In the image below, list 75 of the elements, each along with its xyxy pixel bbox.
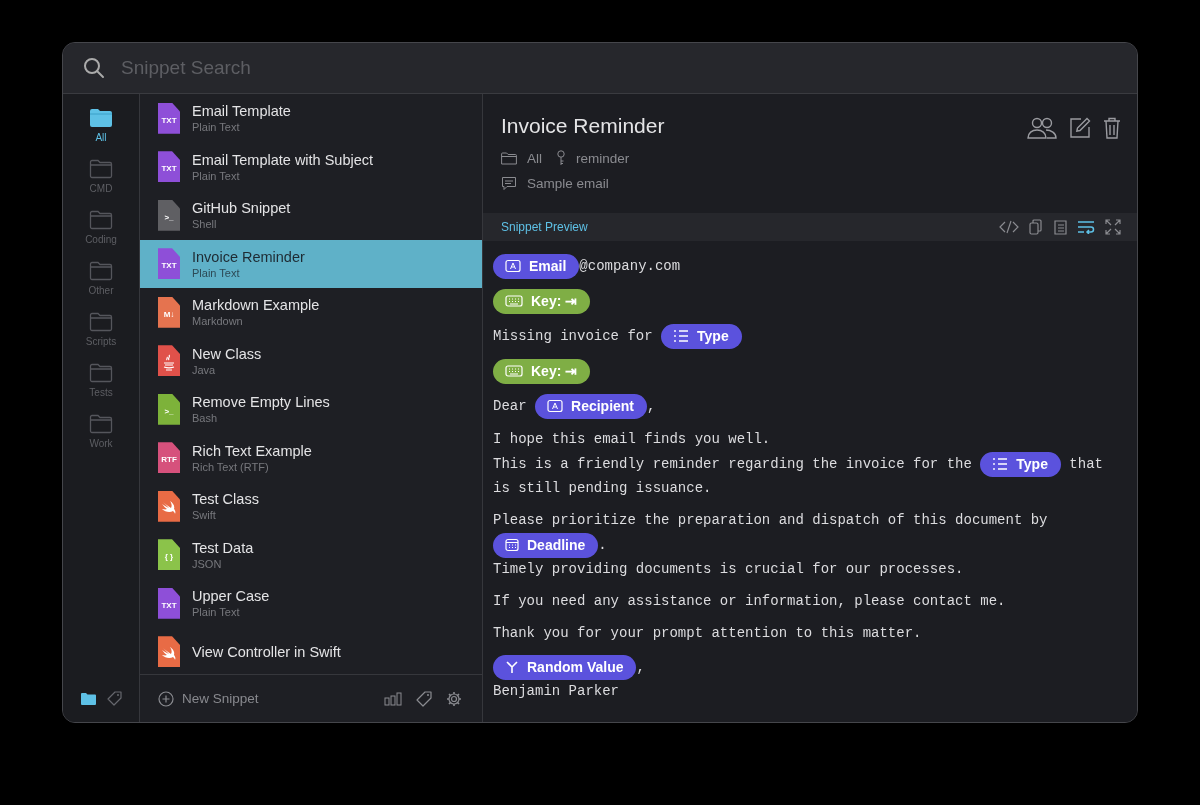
snippet-title: Invoice Reminder xyxy=(501,114,665,138)
snippet-text: I hope this email finds you well. xyxy=(493,431,771,447)
folder-icon xyxy=(501,151,517,165)
snippet-item[interactable]: >_ Remove Empty Lines Bash xyxy=(140,385,482,434)
tag-icon[interactable] xyxy=(416,690,432,707)
list-icon xyxy=(673,329,690,344)
snippet-item[interactable]: TXT Invoice Reminder Plain Text xyxy=(140,239,482,288)
trash-icon[interactable] xyxy=(1103,117,1121,139)
text-field-icon xyxy=(505,259,521,274)
snippet-text: If you need any assistance or information, please contact me. xyxy=(493,593,1006,609)
description-text: Sample email xyxy=(527,176,609,191)
file-icon: RTF xyxy=(158,442,180,474)
snippet-text: is still pending issuance. xyxy=(493,480,712,496)
placeholder-tag[interactable]: Random Value xyxy=(493,654,637,680)
snippet-item[interactable]: RTF Rich Text Example Rich Text (RTF) xyxy=(140,433,482,482)
placeholder-tag[interactable]: Type xyxy=(980,451,1061,477)
snippet-text: Dear xyxy=(493,398,528,414)
folder-item[interactable]: All xyxy=(89,108,113,143)
placeholder-tag[interactable]: Type xyxy=(661,323,742,349)
chart-icon[interactable] xyxy=(384,691,402,706)
snippet-text: , xyxy=(647,398,656,414)
snippet-text: Missing invoice for xyxy=(493,328,654,344)
snippet-item[interactable]: { } Test Data JSON xyxy=(140,530,482,579)
file-icon: TXT xyxy=(158,587,180,619)
file-icon: M↓ xyxy=(158,296,180,328)
snippet-text: Thank you for your prompt attention to this matter. xyxy=(493,625,922,641)
new-snippet-button[interactable]: New Snippet xyxy=(158,690,259,707)
folder-label: All xyxy=(527,150,542,166)
snippet-text: Please prioritize the preparation and dispatch of this document by xyxy=(493,512,1048,528)
file-icon: >_ xyxy=(158,393,180,425)
search-icon xyxy=(83,57,105,79)
snippet-item[interactable]: TXT Email Template Plain Text xyxy=(140,94,482,143)
keyboard-icon xyxy=(505,365,523,378)
snippet-text: . xyxy=(598,537,607,553)
plus-icon xyxy=(158,690,174,707)
edit-icon[interactable] xyxy=(1069,117,1091,139)
fork-icon xyxy=(505,660,519,675)
code-icon[interactable] xyxy=(999,220,1019,234)
text-field-icon xyxy=(547,399,563,414)
key-icon xyxy=(556,150,566,166)
snippet-item[interactable]: New Class Java xyxy=(140,336,482,385)
snippet-text: Benjamin Parker xyxy=(493,683,620,699)
placeholder-tag[interactable]: Recipient xyxy=(535,393,648,419)
placeholder-tag[interactable]: Email xyxy=(493,253,580,279)
snippet-text: , xyxy=(636,659,645,675)
keyword-label: reminder xyxy=(576,150,630,166)
file-icon: >_ xyxy=(158,199,180,231)
comment-icon xyxy=(501,176,517,191)
snippet-item[interactable]: M↓ Markdown Example Markdown xyxy=(140,288,482,337)
snippet-text: Timely providing documents is crucial for our processes. xyxy=(493,561,964,577)
people-icon[interactable] xyxy=(1027,117,1057,139)
file-icon: TXT xyxy=(158,151,180,183)
file-icon: TXT xyxy=(158,248,180,280)
snippet-text: that xyxy=(1068,456,1103,472)
placeholder-tag[interactable]: Deadline xyxy=(493,532,599,558)
snippet-item[interactable]: View Controller in Swift xyxy=(140,627,482,674)
snippet-text: @company.com xyxy=(579,258,681,274)
snippet-item[interactable]: >_ GitHub Snippet Shell xyxy=(140,191,482,240)
preview-label: Snippet Preview xyxy=(501,220,588,234)
snippet-item[interactable]: TXT Upper Case Plain Text xyxy=(140,579,482,628)
expand-icon[interactable] xyxy=(1105,219,1121,235)
list-icon xyxy=(992,457,1009,472)
tag-tab-icon[interactable] xyxy=(107,691,122,706)
calendar-icon xyxy=(505,538,519,553)
list-icon[interactable] xyxy=(1053,219,1067,235)
folder-tab-icon[interactable] xyxy=(81,692,96,705)
keyboard-icon xyxy=(505,295,523,308)
snippet-item[interactable]: Test Class Swift xyxy=(140,482,482,531)
snippet-item[interactable]: TXT Email Template with Subject Plain Text xyxy=(140,142,482,191)
settings-icon[interactable] xyxy=(446,690,462,707)
file-icon: { } xyxy=(158,539,180,571)
copy-icon[interactable] xyxy=(1029,219,1043,235)
file-icon: TXT xyxy=(158,102,180,134)
wrap-icon[interactable] xyxy=(1077,220,1095,234)
snippet-text: This is a friendly reminder regarding the invoice for the xyxy=(493,456,973,472)
